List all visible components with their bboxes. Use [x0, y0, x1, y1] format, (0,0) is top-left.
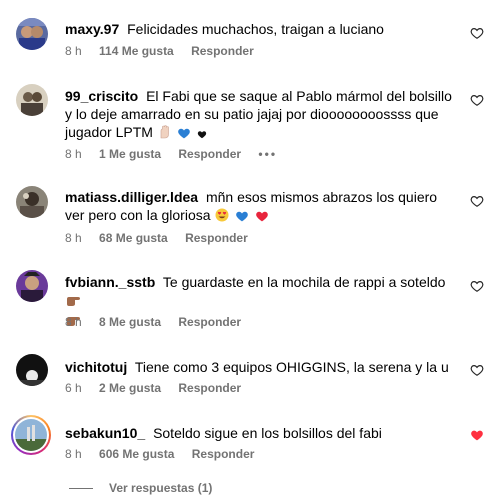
likes-count[interactable]: 1 Me gusta — [99, 147, 161, 161]
heart-icon[interactable] — [470, 26, 484, 40]
divider — [69, 488, 93, 489]
avatar[interactable] — [16, 186, 48, 218]
username[interactable]: vichitotuj — [65, 359, 127, 375]
username[interactable]: sebakun10_ — [65, 425, 145, 441]
comment-text: Tiene como 3 equipos OHIGGINS, la serena… — [134, 359, 449, 375]
username[interactable]: 99_criscito — [65, 88, 138, 104]
timestamp: 8 h — [65, 44, 82, 58]
timestamp: 6 h — [65, 381, 82, 395]
reply-button[interactable]: Responder — [178, 381, 241, 395]
hand-emoji-icon — [158, 125, 171, 143]
black-heart-icon — [197, 125, 207, 143]
timestamp: 8 h — [65, 231, 82, 245]
blue-heart-icon — [235, 208, 249, 226]
reply-button[interactable]: Responder — [191, 44, 254, 58]
pointing-hand-icon — [66, 293, 82, 311]
avatar[interactable] — [16, 354, 48, 386]
timestamp: 8 h — [65, 315, 82, 329]
username[interactable]: maxy.97 — [65, 21, 119, 37]
heart-icon-liked[interactable] — [470, 428, 484, 442]
avatar[interactable] — [16, 84, 48, 116]
story-ring[interactable] — [11, 415, 51, 455]
view-replies-button[interactable]: Ver respuestas (1) — [109, 481, 212, 495]
heart-icon[interactable] — [470, 93, 484, 107]
likes-count[interactable]: 8 Me gusta — [99, 315, 161, 329]
avatar[interactable] — [16, 270, 48, 302]
reply-button[interactable]: Responder — [178, 147, 241, 161]
red-heart-icon — [255, 208, 269, 226]
reply-button[interactable]: Responder — [192, 447, 255, 461]
avatar[interactable] — [15, 419, 47, 451]
reply-button[interactable]: Responder — [178, 315, 241, 329]
heart-eyes-emoji-icon — [215, 208, 229, 226]
likes-count[interactable]: 114 Me gusta — [99, 44, 174, 58]
comment-text: Felicidades muchachos, traigan a luciano — [127, 21, 384, 37]
more-options-icon[interactable]: ••• — [258, 147, 277, 161]
timestamp: 8 h — [65, 147, 82, 161]
username[interactable]: fvbiann._sstb — [65, 274, 155, 290]
comment-text: Te guardaste en la mochila de rappi a so… — [162, 274, 446, 290]
reply-button[interactable]: Responder — [185, 231, 248, 245]
timestamp: 8 h — [65, 447, 82, 461]
likes-count[interactable]: 68 Me gusta — [99, 231, 168, 245]
heart-icon[interactable] — [470, 279, 484, 293]
blue-heart-icon — [177, 125, 191, 143]
avatar[interactable] — [16, 18, 48, 50]
likes-count[interactable]: 2 Me gusta — [99, 381, 161, 395]
likes-count[interactable]: 606 Me gusta — [99, 447, 174, 461]
comment-text: Soteldo sigue en los bolsillos del fabi — [153, 425, 382, 441]
heart-icon[interactable] — [470, 363, 484, 377]
heart-icon[interactable] — [470, 194, 484, 208]
username[interactable]: matiass.dilliger.ldea — [65, 189, 198, 205]
